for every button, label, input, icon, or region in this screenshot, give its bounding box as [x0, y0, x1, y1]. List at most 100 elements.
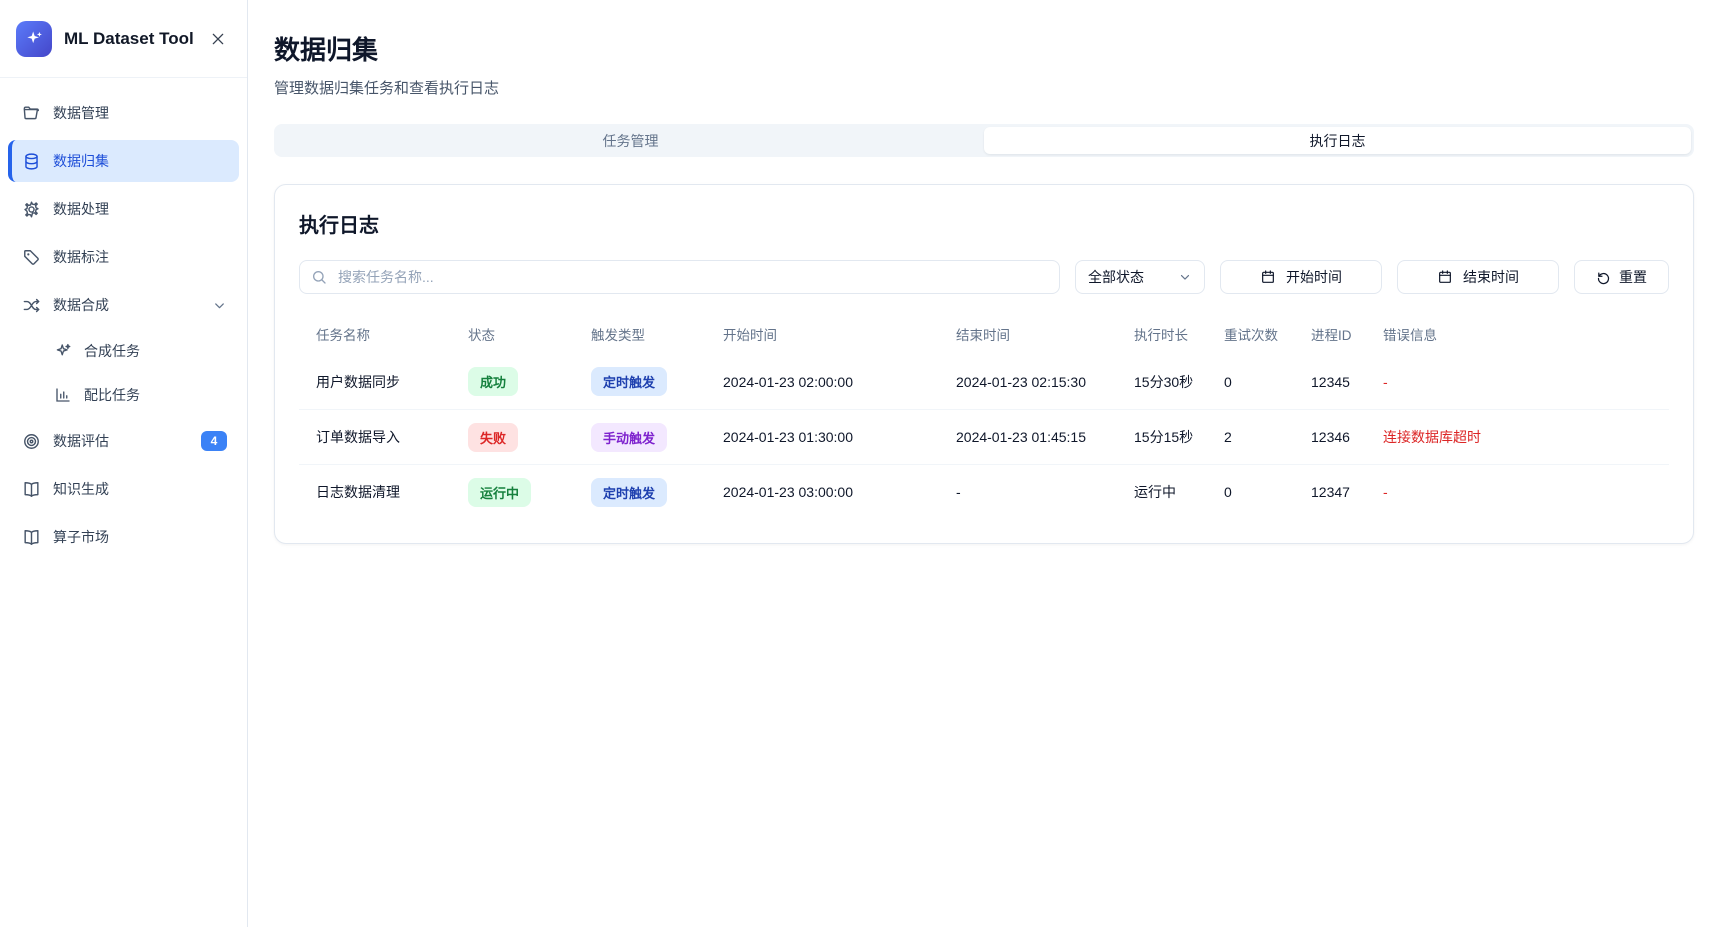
end-time-button[interactable]: 结束时间 — [1397, 260, 1559, 294]
app-title: ML Dataset Tool — [64, 29, 194, 49]
task-name: 用户数据同步 — [299, 372, 468, 392]
book-open-icon — [22, 528, 41, 547]
calendar-icon — [1437, 269, 1453, 285]
duration: 15分30秒 — [1134, 372, 1224, 392]
process-id: 12347 — [1311, 484, 1383, 500]
search-icon — [311, 269, 327, 285]
sidebar-nav: 数据管理 数据归集 数据处理 数据标注 数据合成 — [0, 78, 247, 927]
app-logo — [16, 21, 52, 57]
sidebar-item-data-processing[interactable]: 数据处理 — [8, 188, 239, 230]
column-header: 状态 — [468, 324, 591, 344]
retry-count: 2 — [1224, 429, 1311, 445]
task-name: 订单数据导入 — [299, 427, 468, 447]
sidebar-item-data-management[interactable]: 数据管理 — [8, 92, 239, 134]
chevron-down-icon — [212, 298, 227, 313]
reset-label: 重置 — [1619, 267, 1647, 287]
process-id: 12346 — [1311, 429, 1383, 445]
table-row: 日志数据清理 运行中 定时触发 2024-01-23 03:00:00 - 运行… — [299, 464, 1669, 519]
column-header: 执行时长 — [1134, 324, 1224, 344]
start-time-label: 开始时间 — [1286, 267, 1342, 287]
task-name: 日志数据清理 — [299, 482, 468, 502]
shuffle-icon — [22, 296, 41, 315]
sidebar-item-label: 数据处理 — [53, 199, 109, 219]
column-header: 错误信息 — [1383, 324, 1669, 344]
close-icon — [210, 31, 226, 47]
tab-task-management[interactable]: 任务管理 — [277, 127, 984, 154]
sidebar-item-data-evaluation[interactable]: 数据评估 4 — [8, 420, 239, 462]
status-filter-select[interactable]: 全部状态 — [1075, 260, 1205, 294]
status-badge: 成功 — [468, 367, 518, 396]
sidebar-item-data-collection[interactable]: 数据归集 — [8, 140, 239, 182]
trigger-badge: 手动触发 — [591, 423, 667, 452]
column-header: 任务名称 — [299, 324, 468, 344]
tab-execution-logs[interactable]: 执行日志 — [984, 127, 1691, 154]
logs-table: 任务名称 状态 触发类型 开始时间 结束时间 执行时长 重试次数 进程ID 错误… — [299, 314, 1669, 519]
folder-icon — [22, 104, 41, 123]
sidebar-item-label: 数据归集 — [53, 151, 109, 171]
start-time-button[interactable]: 开始时间 — [1220, 260, 1382, 294]
column-header: 进程ID — [1311, 324, 1383, 344]
search-input[interactable] — [299, 260, 1060, 294]
bar-chart-icon — [54, 386, 72, 404]
duration: 运行中 — [1134, 482, 1224, 502]
sidebar-item-label: 数据管理 — [53, 103, 109, 123]
retry-count: 0 — [1224, 374, 1311, 390]
sidebar-item-label: 算子市场 — [53, 527, 109, 547]
end-time: 2024-01-23 02:15:30 — [956, 374, 1134, 390]
column-header: 触发类型 — [591, 324, 723, 344]
end-time-label: 结束时间 — [1463, 267, 1519, 287]
chevron-down-icon — [1178, 270, 1192, 284]
sidebar-item-label: 数据合成 — [53, 295, 109, 315]
sidebar-item-ratio-task[interactable]: 配比任务 — [8, 376, 239, 414]
reset-icon — [1596, 270, 1611, 285]
start-time: 2024-01-23 02:00:00 — [723, 374, 956, 390]
trigger-badge: 定时触发 — [591, 478, 667, 507]
start-time: 2024-01-23 03:00:00 — [723, 484, 956, 500]
end-time: - — [956, 484, 1134, 500]
error-message: - — [1383, 484, 1669, 500]
sidebar-header: ML Dataset Tool — [0, 0, 247, 78]
sidebar-item-knowledge-generation[interactable]: 知识生成 — [8, 468, 239, 510]
page-title: 数据归集 — [274, 30, 1694, 67]
column-header: 结束时间 — [956, 324, 1134, 344]
sidebar-item-synthesis-task[interactable]: 合成任务 — [8, 332, 239, 370]
status-badge: 运行中 — [468, 478, 531, 507]
process-id: 12345 — [1311, 374, 1383, 390]
filter-bar: 全部状态 开始时间 结束时间 — [299, 260, 1669, 294]
sidebar-item-label: 配比任务 — [84, 385, 140, 405]
execution-logs-card: 执行日志 全部状态 开始时间 — [274, 184, 1694, 544]
table-header-row: 任务名称 状态 触发类型 开始时间 结束时间 执行时长 重试次数 进程ID 错误… — [299, 314, 1669, 354]
table-row: 用户数据同步 成功 定时触发 2024-01-23 02:00:00 2024-… — [299, 354, 1669, 409]
sidebar: ML Dataset Tool 数据管理 数据归集 数据处理 — [0, 0, 248, 927]
sidebar-item-label: 数据评估 — [53, 431, 109, 451]
target-icon — [22, 432, 41, 451]
search-box — [299, 260, 1060, 294]
database-icon — [22, 152, 41, 171]
reset-button[interactable]: 重置 — [1574, 260, 1669, 294]
trigger-badge: 定时触发 — [591, 367, 667, 396]
error-message: - — [1383, 374, 1669, 390]
sidebar-item-data-labeling[interactable]: 数据标注 — [8, 236, 239, 278]
retry-count: 0 — [1224, 484, 1311, 500]
sidebar-item-label: 合成任务 — [84, 341, 140, 361]
sparkles-icon — [24, 29, 44, 49]
sidebar-item-data-synthesis[interactable]: 数据合成 — [8, 284, 239, 326]
gear-icon — [22, 200, 41, 219]
count-badge: 4 — [201, 431, 227, 451]
sidebar-close-button[interactable] — [206, 27, 230, 51]
sidebar-item-label: 数据标注 — [53, 247, 109, 267]
status-filter-value: 全部状态 — [1088, 267, 1144, 287]
start-time: 2024-01-23 01:30:00 — [723, 429, 956, 445]
sparkles-small-icon — [54, 342, 72, 360]
status-badge: 失败 — [468, 423, 518, 452]
calendar-icon — [1260, 269, 1276, 285]
tag-icon — [22, 248, 41, 267]
book-icon — [22, 480, 41, 499]
column-header: 开始时间 — [723, 324, 956, 344]
table-row: 订单数据导入 失败 手动触发 2024-01-23 01:30:00 2024-… — [299, 409, 1669, 464]
card-title: 执行日志 — [299, 209, 1669, 238]
end-time: 2024-01-23 01:45:15 — [956, 429, 1134, 445]
sidebar-item-operator-market[interactable]: 算子市场 — [8, 516, 239, 558]
tab-bar: 任务管理 执行日志 — [274, 124, 1694, 157]
page-subtitle: 管理数据归集任务和查看执行日志 — [274, 77, 1694, 98]
